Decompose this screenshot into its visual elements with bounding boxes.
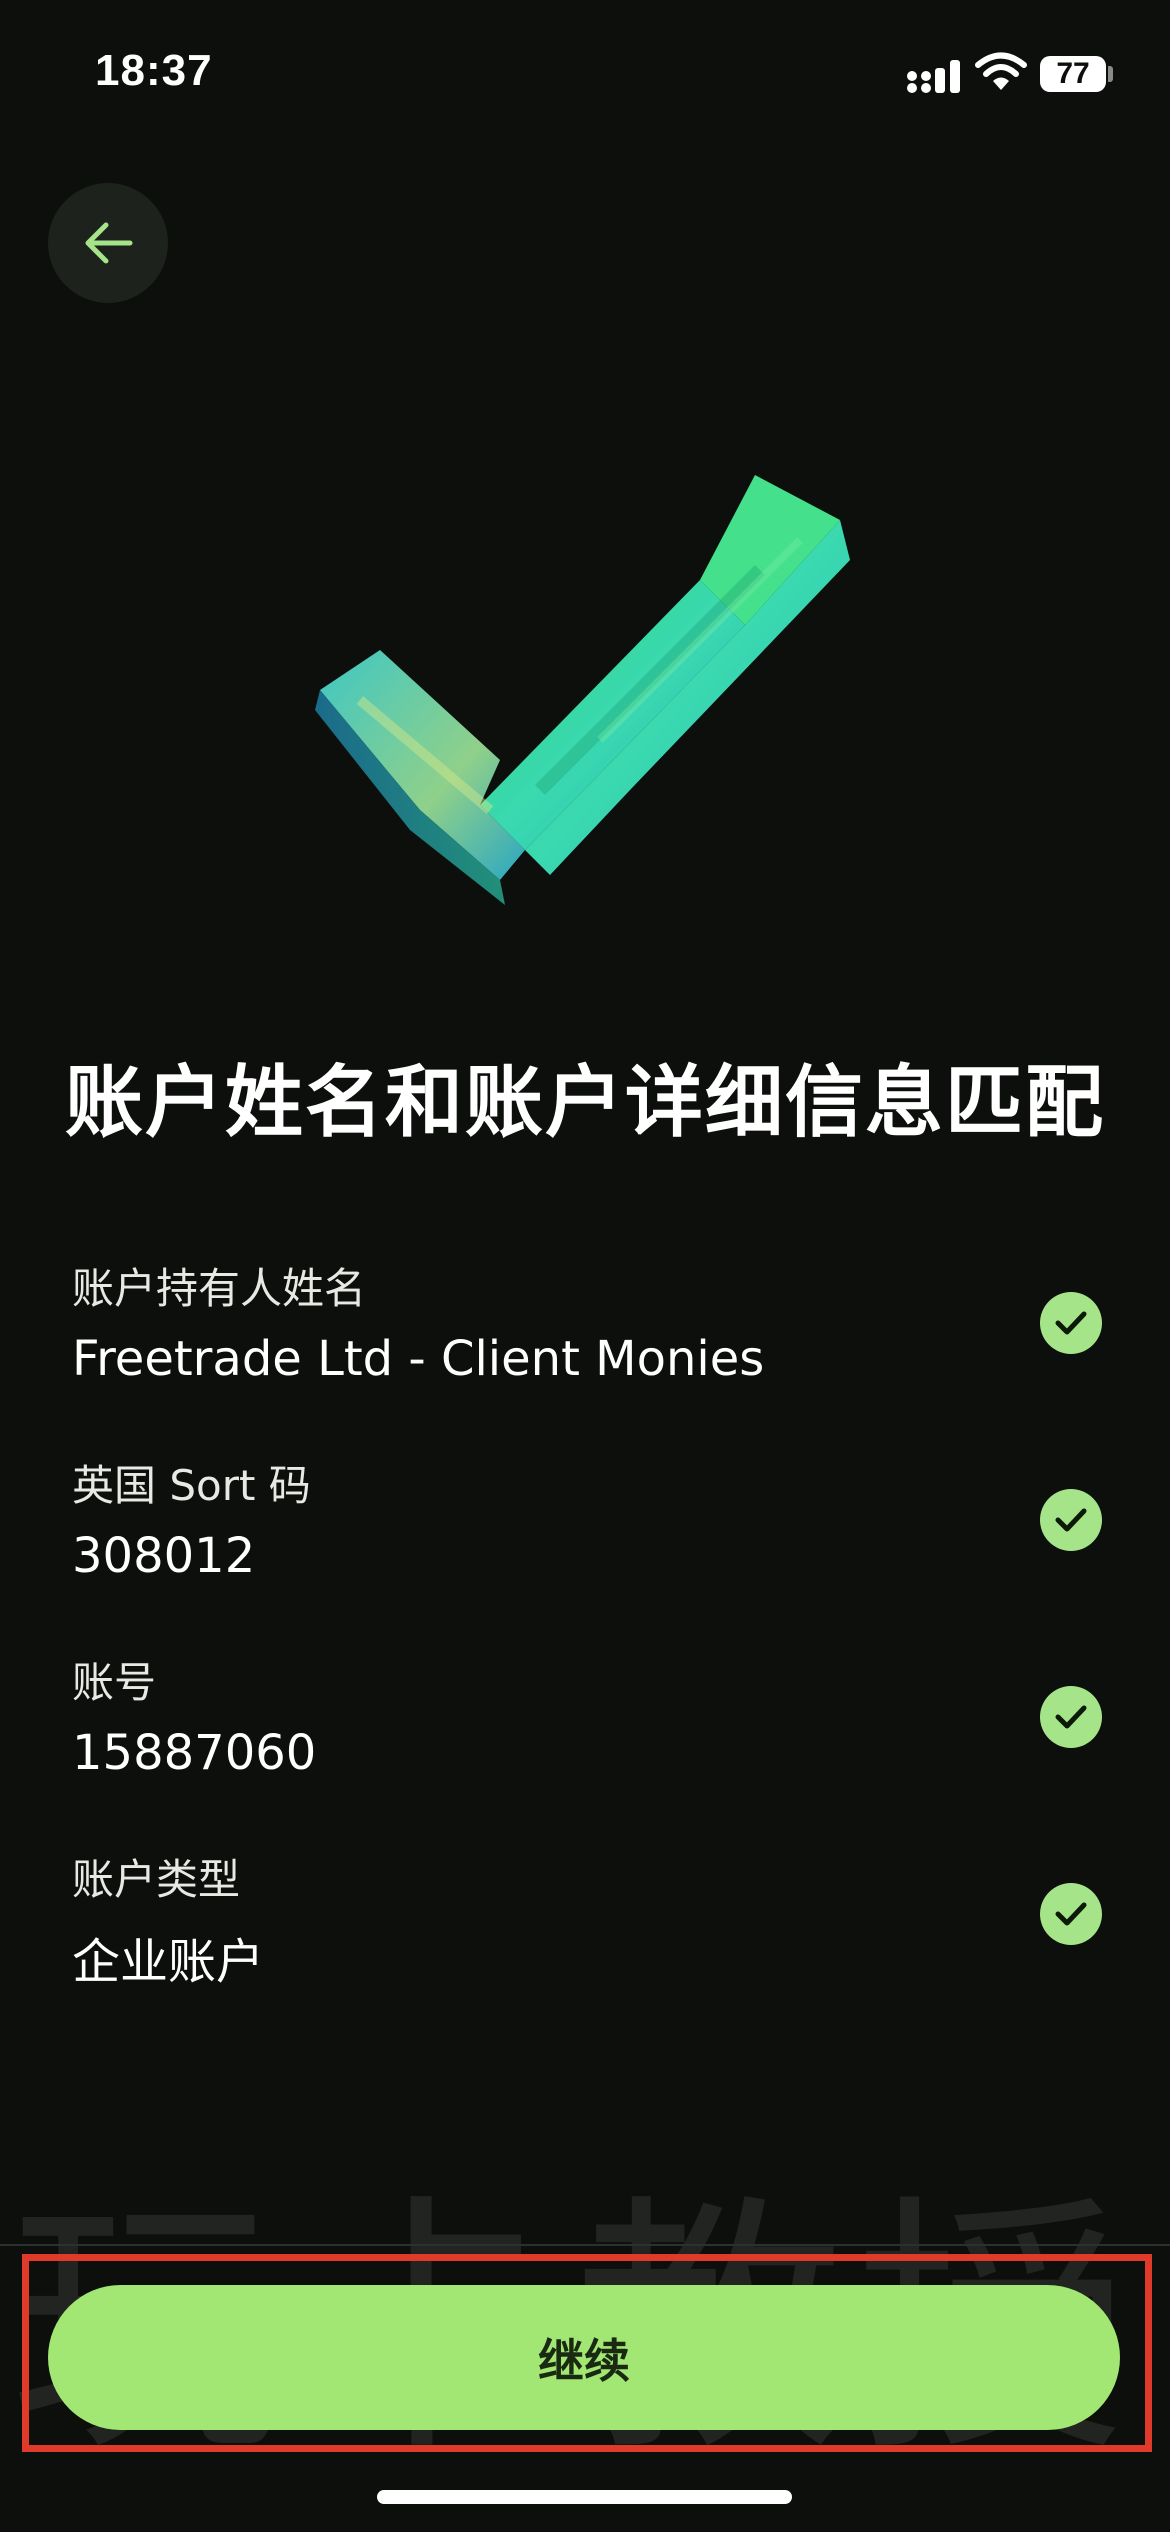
battery-nub	[1108, 66, 1113, 82]
detail-row-account-holder: 账户持有人姓名 Freetrade Ltd - Client Monies	[72, 1245, 1102, 1442]
back-button[interactable]	[48, 183, 168, 303]
check-circle-icon	[1040, 1292, 1102, 1354]
battery-icon: 77	[1040, 56, 1106, 92]
status-bar: 18:37 77	[0, 0, 1170, 150]
detail-label: 账号	[72, 1658, 157, 1707]
divider	[0, 2244, 1170, 2246]
highlight-frame	[22, 2254, 1152, 2452]
detail-value: Freetrade Ltd - Client Monies	[72, 1331, 765, 1387]
detail-value: 企业账户	[72, 1934, 265, 1990]
detail-row-account-number: 账号 15887060	[72, 1639, 1102, 1836]
screen: 18:37 77 账户姓名和账户详细信息匹配 账户持有人姓名 Freetrade…	[0, 0, 1170, 2532]
detail-row-account-type: 账户类型 企业账户	[72, 1836, 1102, 2033]
detail-value: 308012	[72, 1528, 256, 1584]
page-title: 账户姓名和账户详细信息匹配	[64, 1058, 1105, 1148]
signal-icon	[907, 60, 960, 93]
checkmark-3d-icon	[315, 475, 850, 905]
wifi-icon	[975, 52, 1027, 90]
detail-list: 账户持有人姓名 Freetrade Ltd - Client Monies 英国…	[72, 1245, 1102, 2033]
check-circle-icon	[1040, 1883, 1102, 1945]
detail-label: 账户持有人姓名	[72, 1264, 367, 1313]
detail-value: 15887060	[72, 1725, 317, 1781]
check-circle-icon	[1040, 1686, 1102, 1748]
status-time: 18:37	[95, 46, 213, 95]
home-indicator	[377, 2490, 792, 2504]
detail-label: 账户类型	[72, 1855, 241, 1904]
detail-row-sort-code: 英国 Sort 码 308012	[72, 1442, 1102, 1639]
check-circle-icon	[1040, 1489, 1102, 1551]
battery-level: 77	[1056, 57, 1090, 90]
detail-label: 英国 Sort 码	[72, 1461, 311, 1510]
arrow-left-icon	[85, 222, 133, 264]
